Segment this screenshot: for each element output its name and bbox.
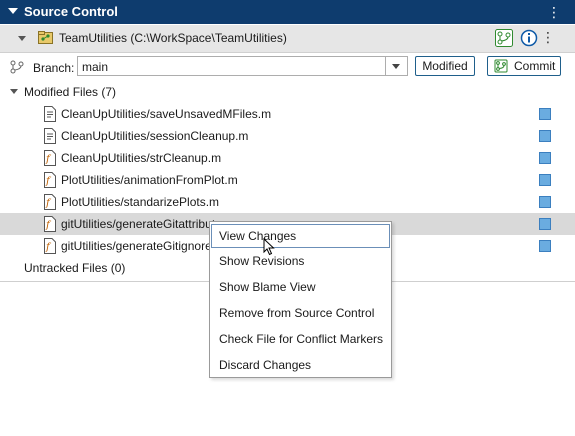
branch-manager-icon[interactable] bbox=[495, 29, 513, 47]
git-repo-icon bbox=[38, 31, 53, 44]
panel-title: Source Control bbox=[24, 4, 118, 19]
branch-row: Branch: main Modified Commit bbox=[0, 53, 575, 81]
file-name: PlotUtilities/animationFromPlot.m bbox=[61, 173, 238, 187]
chevron-down-icon[interactable] bbox=[10, 89, 18, 94]
panel-titlebar: Source Control ⋮ bbox=[0, 0, 575, 24]
mfile-icon bbox=[44, 128, 56, 144]
mfile-icon bbox=[44, 106, 56, 122]
modified-status-icon bbox=[539, 130, 551, 142]
function-file-icon: f bbox=[44, 194, 56, 210]
modified-status-icon bbox=[539, 218, 551, 230]
kebab-icon[interactable]: ⋮ bbox=[547, 4, 561, 21]
repository-label: TeamUtilities (C:\WorkSpace\TeamUtilitie… bbox=[59, 31, 287, 45]
file-name: CleanUpUtilities/sessionCleanup.m bbox=[61, 129, 249, 143]
function-file-icon: f bbox=[44, 238, 56, 254]
menu-item-remove-from-source-control[interactable]: Remove from Source Control bbox=[211, 301, 390, 325]
modified-status-icon bbox=[539, 108, 551, 120]
menu-item-show-blame-view[interactable]: Show Blame View bbox=[211, 275, 390, 299]
file-name: CleanUpUtilities/saveUnsavedMFiles.m bbox=[61, 107, 272, 121]
modified-status-icon bbox=[539, 196, 551, 208]
function-file-icon: f bbox=[44, 216, 56, 232]
file-row[interactable]: f PlotUtilities/animationFromPlot.m bbox=[0, 169, 575, 191]
collapse-caret-icon[interactable] bbox=[8, 8, 18, 14]
branch-select[interactable]: main bbox=[77, 56, 408, 76]
function-file-icon: f bbox=[44, 172, 56, 188]
modified-files-label: Modified Files (7) bbox=[24, 85, 117, 99]
file-name: gitUtilities/generateGitignore.m bbox=[61, 239, 226, 253]
menu-item-check-conflict-markers[interactable]: Check File for Conflict Markers bbox=[211, 327, 390, 351]
modified-status-icon bbox=[539, 240, 551, 252]
menu-item-discard-changes[interactable]: Discard Changes bbox=[211, 353, 390, 377]
commit-button[interactable]: Commit bbox=[487, 56, 561, 76]
file-row[interactable]: CleanUpUtilities/sessionCleanup.m bbox=[0, 125, 575, 147]
modified-status-icon bbox=[539, 152, 551, 164]
repo-kebab-icon[interactable]: ⋮ bbox=[541, 29, 555, 46]
file-row[interactable]: f CleanUpUtilities/strCleanup.m bbox=[0, 147, 575, 169]
modified-button[interactable]: Modified bbox=[415, 56, 475, 76]
menu-item-view-changes[interactable]: View Changes bbox=[211, 224, 390, 248]
commit-label: Commit bbox=[514, 59, 556, 73]
file-row[interactable]: CleanUpUtilities/saveUnsavedMFiles.m bbox=[0, 103, 575, 125]
chevron-down-icon bbox=[392, 64, 400, 69]
branch-dropdown-button[interactable] bbox=[385, 57, 407, 75]
repository-bar: TeamUtilities (C:\WorkSpace\TeamUtilitie… bbox=[0, 25, 575, 53]
context-menu: View Changes Show Revisions Show Blame V… bbox=[209, 221, 392, 378]
commit-icon bbox=[494, 59, 508, 73]
branch-icon bbox=[10, 60, 24, 74]
function-file-icon: f bbox=[44, 150, 56, 166]
file-name: PlotUtilities/standarizePlots.m bbox=[61, 195, 220, 209]
mouse-cursor-icon bbox=[263, 238, 275, 256]
menu-item-show-revisions[interactable]: Show Revisions bbox=[211, 249, 390, 273]
branch-label: Branch: bbox=[33, 61, 75, 75]
branch-value: main bbox=[82, 60, 109, 74]
file-name: CleanUpUtilities/strCleanup.m bbox=[61, 151, 222, 165]
modified-status-icon bbox=[539, 174, 551, 186]
untracked-files-header[interactable]: Untracked Files (0) bbox=[24, 261, 125, 275]
file-row[interactable]: f PlotUtilities/standarizePlots.m bbox=[0, 191, 575, 213]
repo-expand-caret-icon[interactable] bbox=[18, 36, 26, 41]
info-icon[interactable] bbox=[520, 29, 538, 47]
